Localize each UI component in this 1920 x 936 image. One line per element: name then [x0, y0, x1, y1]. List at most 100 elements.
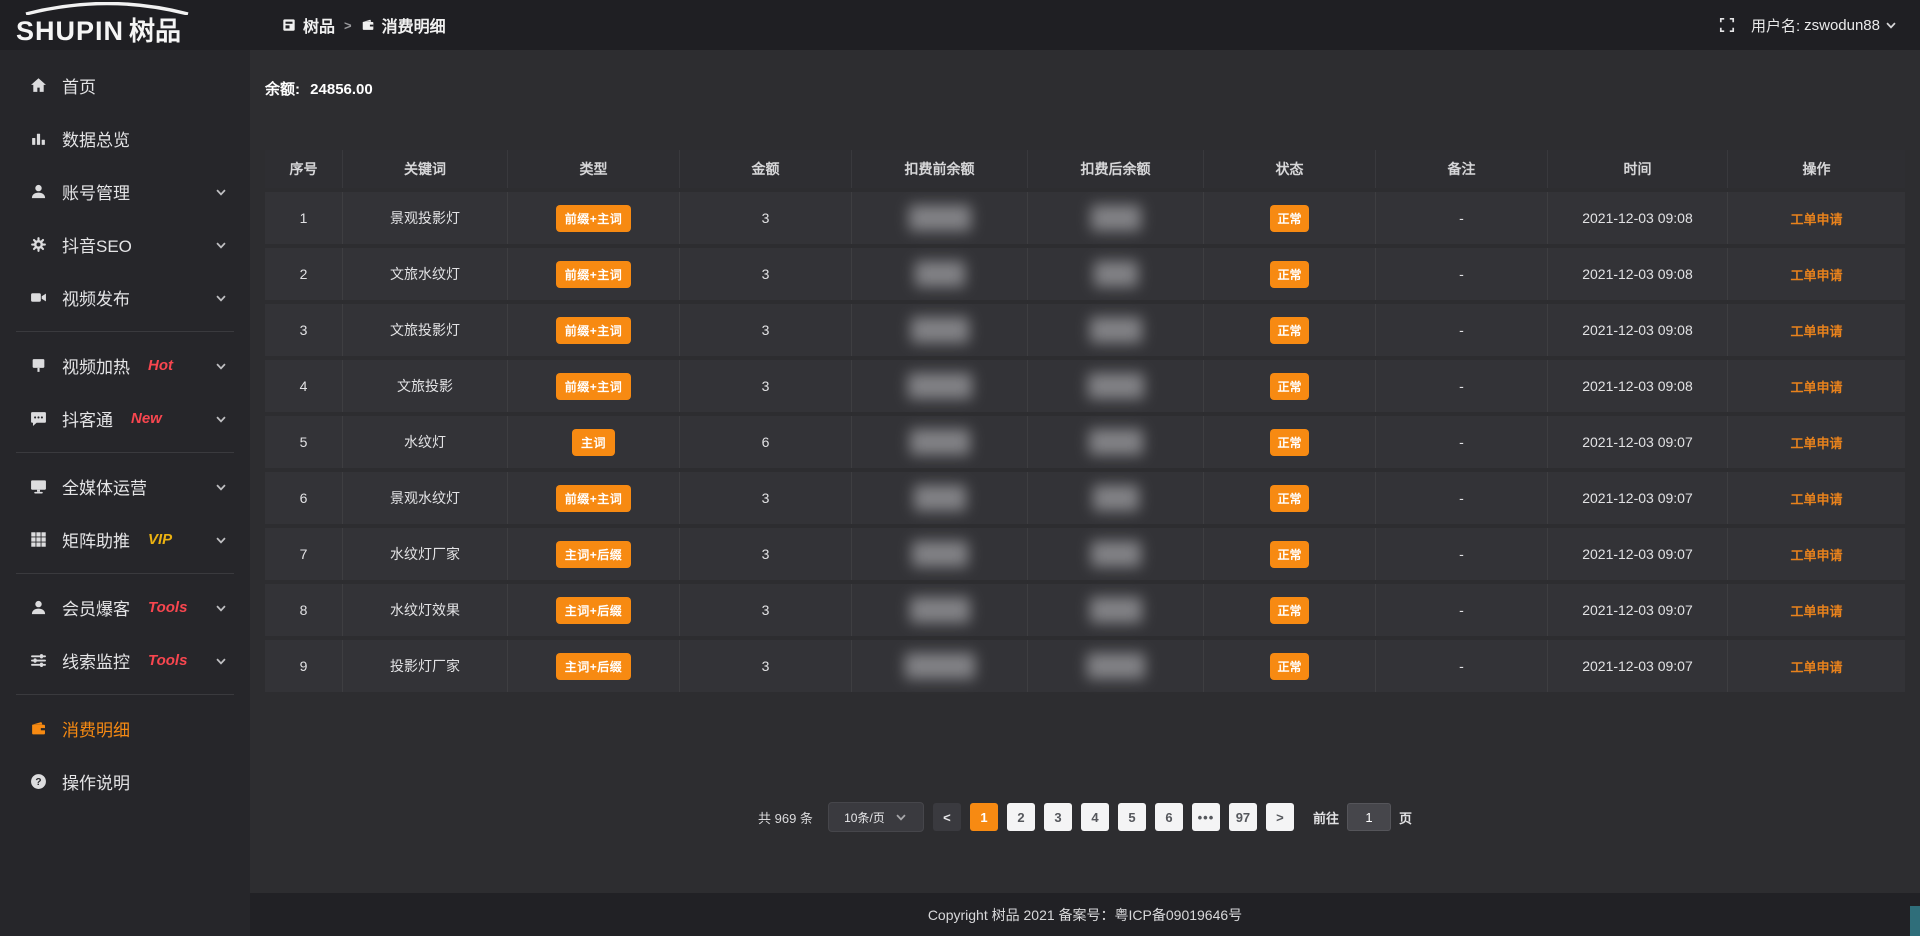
cell-index: 3	[265, 304, 343, 356]
work-order-link[interactable]: 工单申请	[1790, 489, 1842, 508]
sidebar-item-video-publish[interactable]: 视频发布	[0, 271, 250, 324]
breadcrumb-current-label: 消费明细	[382, 13, 446, 37]
question-icon: ?	[30, 773, 47, 790]
cell-balance-before	[852, 416, 1028, 468]
column-header-6: 扣费后余额	[1028, 150, 1204, 188]
cell-remark: -	[1376, 360, 1548, 412]
cell-status: 正常	[1204, 584, 1376, 636]
topbar-right: 用户名: zswodun88	[1719, 15, 1920, 36]
sidebar-item-label: 矩阵助推	[62, 527, 130, 552]
cell-balance-before	[852, 192, 1028, 244]
gear-icon	[30, 236, 47, 253]
cell-action: 工单申请	[1728, 304, 1905, 356]
sidebar-item-label: 会员爆客	[62, 595, 130, 620]
breadcrumb-root[interactable]: 树品	[282, 13, 335, 37]
pagination-ellipsis[interactable]: •••	[1192, 803, 1220, 831]
status-badge: 正常	[1270, 205, 1308, 232]
work-order-link[interactable]: 工单申请	[1790, 377, 1842, 396]
cell-action: 工单申请	[1728, 360, 1905, 412]
type-badge: 前缀+主词	[556, 317, 632, 344]
work-order-link[interactable]: 工单申请	[1790, 433, 1842, 452]
masked-value	[1090, 317, 1142, 343]
chevron-down-icon	[214, 654, 228, 668]
cell-keyword: 投影灯厂家	[343, 640, 508, 692]
sidebar-item-clue-monitor[interactable]: 线索监控 Tools	[0, 634, 250, 687]
breadcrumb-separator: >	[344, 18, 352, 33]
cell-action: 工单申请	[1728, 248, 1905, 300]
cell-type: 前缀+主词	[508, 304, 680, 356]
work-order-link[interactable]: 工单申请	[1790, 545, 1842, 564]
cell-time: 2021-12-03 09:07	[1548, 640, 1728, 692]
work-order-link[interactable]: 工单申请	[1790, 209, 1842, 228]
masked-value	[915, 261, 965, 287]
work-order-link[interactable]: 工单申请	[1790, 657, 1842, 676]
type-badge: 前缀+主词	[556, 261, 632, 288]
table-row: 1景观投影灯前缀+主词3正常-2021-12-03 09:08工单申请	[265, 192, 1905, 244]
cell-amount: 3	[680, 528, 852, 580]
scroll-indicator[interactable]	[1910, 906, 1920, 936]
sidebar-item-douyin-seo[interactable]: 抖音SEO	[0, 218, 250, 271]
sidebar-item-label: 视频发布	[62, 285, 130, 310]
page-button-5[interactable]: 5	[1118, 803, 1146, 831]
page-button-97[interactable]: 97	[1229, 803, 1257, 831]
chevron-down-icon	[214, 291, 228, 305]
cell-balance-after	[1028, 192, 1204, 244]
sidebar-item-label: 线索监控	[62, 648, 130, 673]
table-row: 6景观水纹灯前缀+主词3正常-2021-12-03 09:07工单申请	[265, 472, 1905, 524]
masked-value	[912, 541, 968, 567]
sidebar-item-label: 抖音SEO	[62, 232, 132, 257]
menu-divider	[16, 573, 234, 574]
type-badge: 主词	[572, 429, 615, 456]
type-badge: 主词+后缀	[556, 541, 632, 568]
goto-page-input[interactable]	[1347, 803, 1391, 831]
page-button-4[interactable]: 4	[1081, 803, 1109, 831]
page-button-6[interactable]: 6	[1155, 803, 1183, 831]
sidebar-item-member-burst[interactable]: 会员爆客Tools	[0, 581, 250, 634]
logo-text-cn: 树品	[129, 11, 181, 48]
cell-type: 前缀+主词	[508, 360, 680, 412]
sidebar-item-tag: Tools	[148, 652, 187, 669]
sidebar-item-label: 全媒体运营	[62, 474, 147, 499]
sidebar-item-consume-detail[interactable]: 消费明细	[0, 702, 250, 755]
status-badge: 正常	[1270, 373, 1308, 400]
cell-type: 前缀+主词	[508, 192, 680, 244]
cell-type: 前缀+主词	[508, 248, 680, 300]
sidebar-item-home[interactable]: 首页	[0, 59, 250, 112]
breadcrumb-current[interactable]: 消费明细	[361, 13, 446, 37]
cell-action: 工单申请	[1728, 584, 1905, 636]
table-row: 4文旅投影前缀+主词3正常-2021-12-03 09:08工单申请	[265, 360, 1905, 412]
page-button-2[interactable]: 2	[1007, 803, 1035, 831]
topbar: SHUPIN 树品 树品 > 消费明细	[0, 0, 1920, 50]
masked-value	[911, 317, 969, 343]
user-menu[interactable]: 用户名: zswodun88	[1751, 15, 1898, 36]
sidebar-item-tag: New	[131, 410, 162, 427]
sidebar-item-media-operation[interactable]: 全媒体运营	[0, 460, 250, 513]
cell-type: 主词	[508, 416, 680, 468]
username-label: 用户名:	[1751, 15, 1800, 36]
cell-status: 正常	[1204, 248, 1376, 300]
sidebar-item-help[interactable]: ?操作说明	[0, 755, 250, 808]
cell-time: 2021-12-03 09:08	[1548, 304, 1728, 356]
prev-page-button[interactable]: <	[933, 803, 961, 831]
page-size-select[interactable]: 10条/页	[828, 802, 924, 832]
sidebar-item-douketong[interactable]: 抖客通New	[0, 392, 250, 445]
sidebar-item-video-heat[interactable]: 视频加热Hot	[0, 339, 250, 392]
work-order-link[interactable]: 工单申请	[1790, 601, 1842, 620]
cell-keyword: 水纹灯厂家	[343, 528, 508, 580]
column-header-2: 关键词	[343, 150, 508, 188]
video-camera-icon	[30, 289, 47, 306]
page-button-1[interactable]: 1	[970, 803, 998, 831]
work-order-link[interactable]: 工单申请	[1790, 265, 1842, 284]
type-badge: 主词+后缀	[556, 597, 632, 624]
next-page-button[interactable]: >	[1266, 803, 1294, 831]
work-order-link[interactable]: 工单申请	[1790, 321, 1842, 340]
fullscreen-icon[interactable]	[1719, 17, 1735, 33]
masked-value	[1089, 429, 1143, 455]
sidebar-item-matrix-boost[interactable]: 矩阵助推VIP	[0, 513, 250, 566]
sidebar-item-data-overview[interactable]: 数据总览	[0, 112, 250, 165]
cell-status: 正常	[1204, 192, 1376, 244]
page-button-3[interactable]: 3	[1044, 803, 1072, 831]
footer: Copyright 树品 2021 备案号：粤ICP备09019646号	[250, 893, 1920, 936]
status-badge: 正常	[1270, 541, 1308, 568]
sidebar-item-account-manage[interactable]: 账号管理	[0, 165, 250, 218]
